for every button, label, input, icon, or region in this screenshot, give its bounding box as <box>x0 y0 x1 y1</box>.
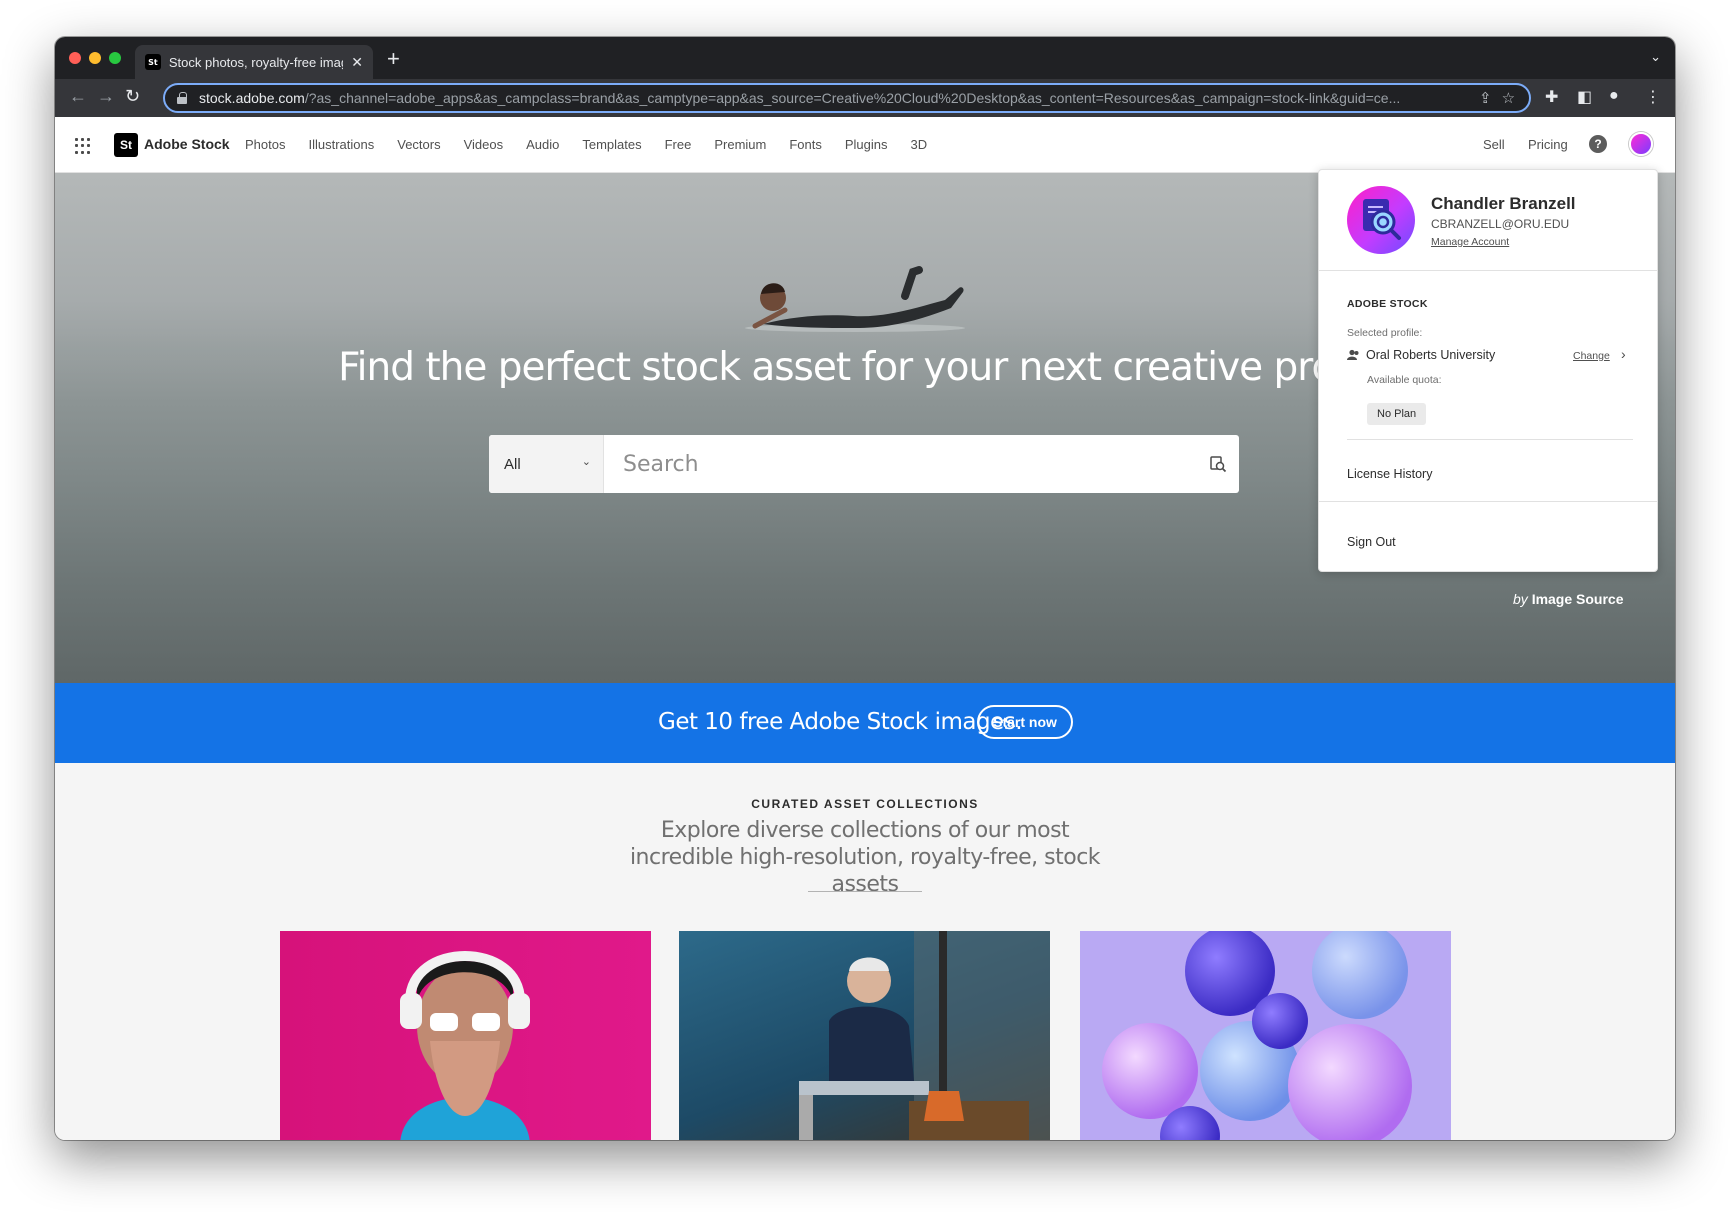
change-profile-link[interactable]: Change <box>1573 350 1610 362</box>
forward-arrow-icon[interactable]: → <box>97 86 115 107</box>
available-quota-label: Available quota: <box>1367 374 1442 386</box>
extensions-puzzle-icon[interactable]: ✚ <box>1545 87 1558 107</box>
pricing-link[interactable]: Pricing <box>1528 137 1568 152</box>
plan-badge: No Plan <box>1367 403 1427 425</box>
back-arrow-icon[interactable]: ← <box>69 86 87 107</box>
browser-tab[interactable]: St Stock photos, royalty-free imag ✕ <box>135 45 373 79</box>
chevron-down-icon: ⌄ <box>581 456 591 468</box>
reload-icon[interactable]: ↻ <box>125 86 140 107</box>
promo-banner: Get 10 free Adobe Stock images. Start no… <box>55 683 1675 763</box>
selected-profile: Oral Roberts University <box>1347 348 1495 362</box>
tab-strip: St Stock photos, royalty-free imag ✕ + ⌄ <box>55 37 1675 79</box>
tab-search-chevron-icon[interactable]: ⌄ <box>1650 49 1661 65</box>
nav-photos[interactable]: Photos <box>245 137 285 152</box>
minimize-window-button[interactable] <box>89 52 101 64</box>
browser-window: St Stock photos, royalty-free imag ✕ + ⌄… <box>55 37 1675 1140</box>
nav-videos[interactable]: Videos <box>464 137 504 152</box>
nav-premium[interactable]: Premium <box>714 137 766 152</box>
account-divider <box>1319 270 1657 271</box>
share-icon[interactable]: ⇪ <box>1479 89 1492 107</box>
nav-illustrations[interactable]: Illustrations <box>308 137 374 152</box>
adobe-stock-favicon-icon: St <box>145 54 161 70</box>
browser-menu-kebab-icon[interactable]: ⋮ <box>1645 87 1661 107</box>
collection-image-2 <box>799 931 1050 1140</box>
selected-profile-label: Selected profile: <box>1347 327 1423 339</box>
bookmark-star-icon[interactable]: ☆ <box>1502 89 1515 107</box>
avatar-document-icon <box>1363 199 1401 240</box>
curated-collections: CURATED ASSET COLLECTIONS Explore divers… <box>55 763 1675 1140</box>
browser-toolbar: ← → ↻ stock.adobe.com/?as_channel=adobe_… <box>55 79 1675 117</box>
manage-account-link[interactable]: Manage Account <box>1431 236 1509 248</box>
sign-out-link[interactable]: Sign Out <box>1347 535 1396 549</box>
help-icon[interactable]: ? <box>1589 135 1607 153</box>
nav-templates[interactable]: Templates <box>582 137 641 152</box>
collection-card-3d-shapes[interactable] <box>1080 931 1451 1140</box>
search-category-label: All <box>504 455 521 473</box>
signout-divider <box>1319 501 1657 502</box>
site-header: St Adobe Stock Photos Illustrations Vect… <box>55 117 1675 173</box>
nav-3d[interactable]: 3D <box>911 137 928 152</box>
lock-icon[interactable] <box>177 92 187 104</box>
promo-text: Get 10 free Adobe Stock images. <box>658 709 1023 735</box>
collection-card-portrait[interactable] <box>280 931 651 1140</box>
profile-name: Oral Roberts University <box>1366 348 1496 362</box>
team-users-icon <box>1347 349 1359 360</box>
apps-grid-icon[interactable] <box>75 138 91 154</box>
chevron-right-icon[interactable]: › <box>1621 346 1626 362</box>
profile-divider <box>1347 439 1633 440</box>
collections-subtitle: Explore diverse collections of our most … <box>629 818 1101 897</box>
main-nav: Photos Illustrations Vectors Videos Audi… <box>245 137 950 152</box>
tab-close-icon[interactable]: ✕ <box>351 54 363 71</box>
address-bar[interactable]: stock.adobe.com/?as_channel=adobe_apps&a… <box>163 83 1531 113</box>
image-credit[interactable]: by Image Source <box>1513 591 1624 607</box>
search-category-select[interactable]: All ⌄ <box>489 435 604 493</box>
adobe-stock-section-title: ADOBE STOCK <box>1347 298 1428 310</box>
tab-title: Stock photos, royalty-free imag <box>168 54 344 70</box>
collection-image-3 <box>1102 931 1412 1140</box>
collection-card-man-boat[interactable] <box>679 931 1050 1140</box>
user-avatar-button[interactable] <box>1629 132 1653 156</box>
maximize-window-button[interactable] <box>109 52 121 64</box>
adobe-stock-logo-icon[interactable]: St <box>114 133 138 157</box>
license-history-link[interactable]: License History <box>1347 467 1432 481</box>
visual-search-camera-icon[interactable] <box>1197 435 1239 493</box>
brand-name[interactable]: Adobe Stock <box>144 136 230 152</box>
nav-free[interactable]: Free <box>665 137 692 152</box>
hero-surfer-image <box>745 266 965 332</box>
close-window-button[interactable] <box>69 52 81 64</box>
start-now-button[interactable]: Start now <box>977 705 1073 739</box>
side-panel-icon[interactable]: ◧ <box>1577 87 1592 107</box>
account-avatar <box>1347 186 1415 254</box>
search-input[interactable] <box>604 435 1197 493</box>
collections-divider <box>808 891 922 892</box>
profile-icon[interactable]: ● <box>1609 87 1619 105</box>
new-tab-plus-icon[interactable]: + <box>387 46 400 72</box>
account-name: Chandler Branzell <box>1431 194 1576 213</box>
search-bar: All ⌄ <box>489 435 1239 493</box>
collections-eyebrow: CURATED ASSET COLLECTIONS <box>751 797 979 811</box>
account-email: CBRANZELL@ORU.EDU <box>1431 217 1570 231</box>
nav-audio[interactable]: Audio <box>526 137 559 152</box>
collection-image-1 <box>400 951 530 1140</box>
sell-link[interactable]: Sell <box>1483 137 1505 152</box>
account-dropdown: Chandler Branzell CBRANZELL@ORU.EDU Mana… <box>1318 169 1658 572</box>
nav-fonts[interactable]: Fonts <box>789 137 822 152</box>
url-text[interactable]: stock.adobe.com/?as_channel=adobe_apps&a… <box>199 90 1469 106</box>
nav-plugins[interactable]: Plugins <box>845 137 888 152</box>
nav-vectors[interactable]: Vectors <box>397 137 440 152</box>
